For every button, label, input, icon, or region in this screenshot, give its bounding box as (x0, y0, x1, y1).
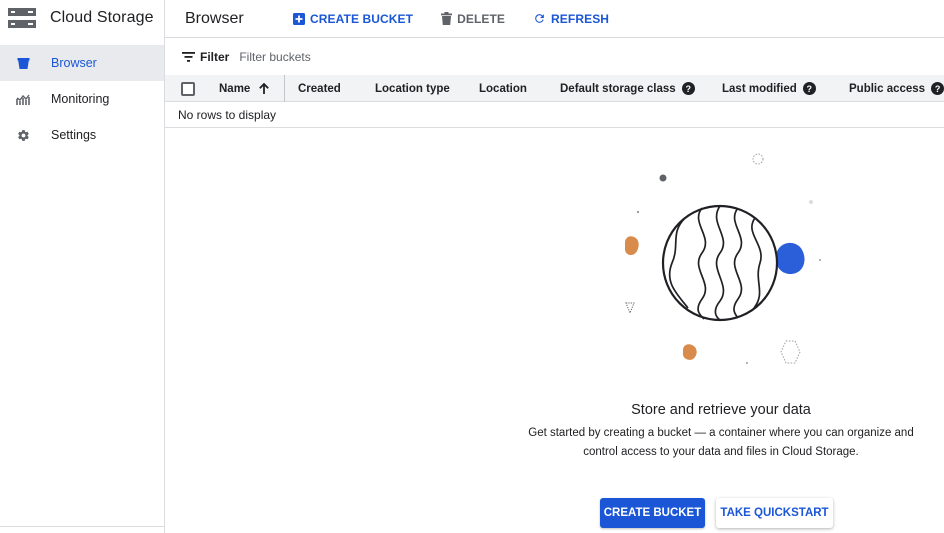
help-icon[interactable]: ? (931, 82, 944, 95)
filter-icon (182, 51, 195, 62)
refresh-label: REFRESH (551, 11, 610, 26)
filter-bar: Filter (165, 38, 944, 75)
column-last-modified-label: Last modified (722, 82, 797, 95)
toolbar: Browser CREATE BUCKET DELETE REFRESH (165, 0, 944, 38)
empty-state-description: Get started by creating a bucket — a con… (528, 427, 914, 458)
help-icon[interactable]: ? (681, 82, 695, 95)
sidebar-item-monitoring[interactable]: Monitoring (0, 81, 164, 117)
sidebar-divider (0, 526, 164, 527)
column-location-label: Location (479, 82, 527, 95)
sidebar-item-browser[interactable]: Browser (0, 45, 164, 81)
take-quickstart-button[interactable]: TAKE QUICKSTART (716, 498, 833, 528)
gear-icon (16, 128, 30, 142)
column-public-access[interactable]: Public access ? (849, 75, 944, 102)
brand: Cloud Storage (0, 0, 164, 36)
empty-table-message: No rows to display (165, 102, 944, 128)
delete-label: DELETE (457, 11, 506, 26)
page-title: Browser (185, 9, 244, 27)
column-location-type-label: Location type (375, 82, 450, 95)
storage-icon (8, 8, 36, 28)
column-last-modified[interactable]: Last modified ? (722, 75, 816, 102)
column-public-access-label: Public access (849, 82, 926, 95)
storage-globe-illustration (625, 153, 821, 364)
sidebar-item-settings[interactable]: Settings (0, 117, 164, 153)
sidebar-item-label: Browser (51, 56, 97, 70)
help-icon[interactable]: ? (802, 82, 816, 95)
table-header: Name Created Location type Location Defa… (165, 75, 944, 102)
create-bucket-primary-button[interactable]: CREATE BUCKET (600, 498, 705, 528)
refresh-button[interactable]: REFRESH (533, 12, 609, 26)
bucket-icon (16, 56, 30, 70)
delete-button[interactable]: DELETE (441, 12, 505, 26)
sidebar: Cloud Storage Browser Monitoring Setting… (0, 0, 165, 533)
filter-toggle[interactable]: Filter (182, 50, 229, 64)
sidebar-nav: Browser Monitoring Settings (0, 45, 164, 153)
select-all-cell (181, 75, 195, 102)
chart-icon (16, 92, 30, 106)
column-location-type[interactable]: Location type (375, 75, 450, 102)
add-box-icon (293, 12, 305, 25)
column-name-label: Name (219, 82, 251, 95)
column-resize-handle[interactable] (284, 75, 285, 102)
filter-label: Filter (200, 49, 230, 64)
sidebar-item-label: Settings (51, 128, 97, 142)
trash-icon (441, 12, 453, 25)
create-bucket-button[interactable]: CREATE BUCKET (293, 12, 413, 26)
column-storage-class[interactable]: Default storage class ? (560, 75, 695, 102)
sidebar-item-label: Monitoring (51, 92, 110, 106)
column-storage-class-label: Default storage class (560, 82, 676, 95)
column-location[interactable]: Location (479, 75, 527, 102)
column-name[interactable]: Name (219, 75, 270, 102)
select-all-checkbox[interactable] (181, 81, 195, 96)
column-created-label: Created (298, 82, 341, 95)
app-title: Cloud Storage (50, 9, 154, 26)
refresh-icon (535, 14, 544, 23)
sort-arrow-up-icon (259, 82, 270, 94)
filter-input[interactable] (239, 49, 640, 64)
column-created[interactable]: Created (298, 75, 341, 102)
create-bucket-label: CREATE BUCKET (310, 11, 414, 26)
empty-state-title: Store and retrieve your data (631, 402, 811, 418)
